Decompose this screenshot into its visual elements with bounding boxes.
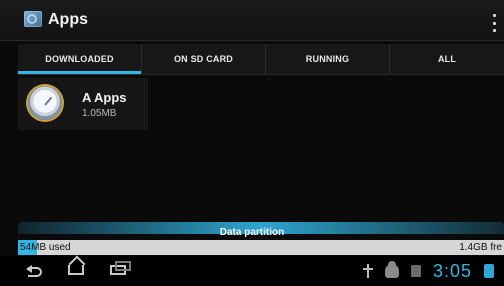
app-name: A Apps xyxy=(82,90,127,105)
storage-used-text: 54MB used xyxy=(18,240,71,255)
storage-used-value: 54 xyxy=(20,242,32,253)
action-bar: Apps xyxy=(0,0,504,41)
android-debug-icon xyxy=(384,261,399,278)
status-area: 3:05 xyxy=(362,260,494,281)
storage-free-text: 1.4GB fre xyxy=(459,242,502,253)
clock-app-icon xyxy=(28,86,62,120)
app-size: 1.05MB xyxy=(82,108,117,119)
system-navigation-bar: 3:05 xyxy=(0,256,504,286)
storage-used-suffix: MB used xyxy=(31,242,71,253)
tab-label: ON SD CARD xyxy=(173,54,233,64)
back-icon[interactable] xyxy=(26,265,42,277)
tab-label: RUNNING xyxy=(305,54,350,64)
list-item[interactable]: A Apps 1.05MB xyxy=(18,78,148,130)
usb-icon xyxy=(362,264,373,278)
tab-label: ALL xyxy=(437,54,457,64)
storage-bar xyxy=(18,240,504,255)
tab-running[interactable]: RUNNING xyxy=(266,44,390,74)
apps-settings-icon xyxy=(24,11,42,27)
tab-bar: DOWNLOADED ON SD CARD RUNNING ALL xyxy=(18,44,504,74)
home-icon[interactable] xyxy=(68,265,84,275)
page-title: Apps xyxy=(48,11,88,28)
sd-card-icon xyxy=(410,265,421,277)
tab-label: DOWNLOADED xyxy=(45,54,114,64)
overflow-menu-icon[interactable] xyxy=(491,14,497,32)
tab-downloaded[interactable]: DOWNLOADED xyxy=(18,44,142,74)
recent-apps-icon[interactable] xyxy=(110,261,131,275)
wifi-icon xyxy=(484,264,494,278)
tab-on-sd-card[interactable]: ON SD CARD xyxy=(142,44,266,74)
storage-label: Data partition xyxy=(219,227,285,238)
tab-divider xyxy=(18,74,504,75)
tab-all[interactable]: ALL xyxy=(390,44,504,74)
clock: 3:05 xyxy=(432,260,472,281)
